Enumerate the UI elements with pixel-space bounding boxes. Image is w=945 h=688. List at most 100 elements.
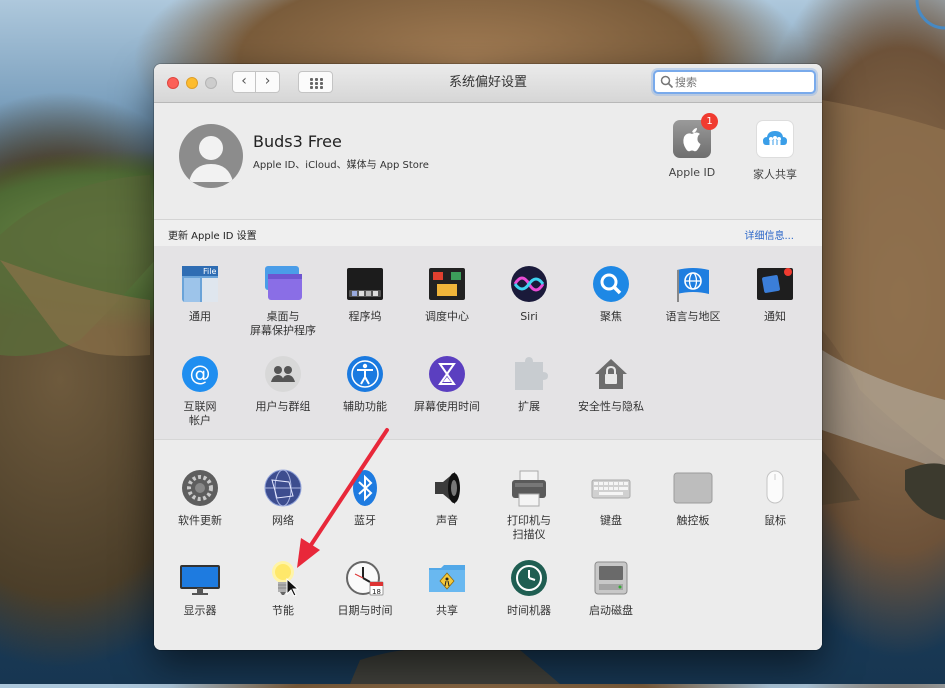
- pref-network[interactable]: 网络: [242, 468, 324, 528]
- pref-desktop-screensaver[interactable]: 桌面与 屏幕保护程序: [242, 264, 324, 338]
- pref-label: 声音: [436, 514, 458, 527]
- forward-button[interactable]: ›: [256, 71, 280, 93]
- dock-icon: [345, 264, 385, 304]
- pref-label: 安全性与隐私: [578, 400, 644, 413]
- system-preferences-window: ‹ › 系统偏好设置 Buds3 Free Apple ID、iClo: [154, 64, 822, 650]
- pref-label: 节能: [272, 604, 294, 617]
- calendar-day: 18: [372, 588, 381, 596]
- pref-extensions[interactable]: 扩展: [488, 354, 570, 414]
- network-globe-icon: [263, 468, 303, 508]
- pref-sound[interactable]: 声音: [406, 468, 488, 528]
- general-icon: File: [180, 264, 220, 304]
- user-subtitle: Apple ID、iCloud、媒体与 App Store: [253, 160, 429, 171]
- chevron-right-icon: ›: [264, 73, 271, 89]
- pref-trackpad[interactable]: 触控板: [652, 468, 734, 528]
- family-sharing-pref[interactable]: 家人共享: [743, 120, 807, 182]
- pref-displays[interactable]: 显示器: [159, 558, 241, 618]
- pref-printers-scanners[interactable]: 打印机与 扫描仪: [488, 468, 570, 542]
- pref-screen-time[interactable]: 屏幕使用时间: [406, 354, 488, 414]
- apple-logo-icon: 1: [673, 113, 718, 158]
- pref-mouse[interactable]: 鼠标: [734, 468, 816, 528]
- pref-siri[interactable]: Siri: [488, 264, 570, 324]
- pref-keyboard[interactable]: 键盘: [570, 468, 652, 528]
- clock-calendar-icon: 18: [345, 558, 385, 598]
- svg-text:File: File: [203, 267, 216, 276]
- pref-label: 通知: [764, 310, 786, 323]
- keyboard-icon: [591, 468, 631, 508]
- globe-flag-icon: [673, 264, 713, 304]
- pref-label: 聚焦: [600, 310, 622, 323]
- minimize-button[interactable]: [186, 77, 198, 89]
- avatar[interactable]: [179, 124, 243, 188]
- pref-label: 共享: [436, 604, 458, 617]
- pref-energy-saver[interactable]: 节能: [242, 558, 324, 618]
- pref-label: 网络: [272, 514, 294, 527]
- title-bar: ‹ › 系统偏好设置: [154, 64, 822, 103]
- pref-security-privacy[interactable]: 安全性与隐私: [570, 354, 652, 414]
- pref-label: 显示器: [183, 604, 217, 617]
- trackpad-icon: [673, 468, 713, 508]
- back-button[interactable]: ‹: [232, 71, 256, 93]
- accessibility-icon: [345, 354, 385, 394]
- folder-sharing-icon: [427, 558, 467, 598]
- family-sharing-icon: [756, 120, 794, 158]
- pref-internet-accounts[interactable]: @ 互联网 帐户: [159, 354, 241, 428]
- details-link[interactable]: 详细信息...: [744, 227, 794, 242]
- pref-software-update[interactable]: 软件更新: [159, 468, 241, 528]
- window-title: 系统偏好设置: [448, 75, 527, 90]
- pref-time-machine[interactable]: 时间机器: [488, 558, 570, 618]
- speaker-icon: [427, 468, 467, 508]
- apple-id-label: Apple ID: [668, 166, 716, 179]
- bluetooth-icon: [345, 468, 385, 508]
- show-all-button[interactable]: [298, 71, 333, 93]
- users-icon: [263, 354, 303, 394]
- disk-icon: [591, 558, 631, 598]
- pref-users-groups[interactable]: 用户与群组: [242, 354, 324, 414]
- pref-dock[interactable]: 程序坞: [324, 264, 406, 324]
- notification-badge: 1: [701, 113, 718, 130]
- pref-date-time[interactable]: 18 日期与时间: [324, 558, 406, 618]
- search-field[interactable]: [653, 70, 816, 94]
- pref-general[interactable]: File 通用: [159, 264, 241, 324]
- family-sharing-label: 家人共享: [753, 168, 797, 181]
- chevron-left-icon: ‹: [241, 73, 247, 89]
- pref-label: 语言与地区: [665, 310, 721, 323]
- search-input[interactable]: [675, 74, 805, 90]
- pref-spotlight[interactable]: 聚焦: [570, 264, 652, 324]
- pref-startup-disk[interactable]: 启动磁盘: [570, 558, 652, 618]
- pref-mission-control[interactable]: 调度中心: [406, 264, 488, 324]
- hourglass-icon: [427, 354, 467, 394]
- apple-id-pref[interactable]: 1 Apple ID: [660, 113, 724, 179]
- pref-label: 键盘: [600, 514, 622, 527]
- notifications-icon: [755, 264, 795, 304]
- pref-label: 桌面与 屏幕保护程序: [250, 310, 316, 337]
- close-button[interactable]: [167, 77, 179, 89]
- svg-text:@: @: [190, 362, 211, 386]
- time-machine-icon: [509, 558, 549, 598]
- hardware-prefs-section: 软件更新 网络 蓝牙 声音 打印机与 扫描仪 键盘 触控板 鼠标 显示器 节能 …: [154, 439, 822, 650]
- pref-label: 调度中心: [425, 310, 469, 323]
- pref-label: Siri: [520, 310, 538, 323]
- pref-label: 通用: [189, 310, 211, 323]
- pref-label: 互联网 帐户: [183, 400, 217, 427]
- siri-icon: [509, 264, 549, 304]
- at-sign-icon: @: [180, 354, 220, 394]
- pref-label: 触控板: [676, 514, 710, 527]
- pref-accessibility[interactable]: 辅助功能: [324, 354, 406, 414]
- display-icon: [180, 558, 220, 598]
- pref-label: 蓝牙: [354, 514, 376, 527]
- pref-label: 打印机与 扫描仪: [507, 514, 551, 541]
- spotlight-icon: [591, 264, 631, 304]
- notice-text: 更新 Apple ID 设置: [168, 231, 257, 242]
- desktop-icon: [263, 264, 303, 304]
- pref-label: 屏幕使用时间: [414, 400, 480, 413]
- pref-sharing[interactable]: 共享: [406, 558, 488, 618]
- printer-icon: [509, 468, 549, 508]
- pref-label: 软件更新: [178, 514, 222, 527]
- pref-label: 程序坞: [348, 310, 382, 323]
- mouse-icon: [755, 468, 795, 508]
- pref-bluetooth[interactable]: 蓝牙: [324, 468, 406, 528]
- zoom-button[interactable]: [205, 77, 217, 89]
- pref-language-region[interactable]: 语言与地区: [652, 264, 734, 324]
- pref-notifications[interactable]: 通知: [734, 264, 816, 324]
